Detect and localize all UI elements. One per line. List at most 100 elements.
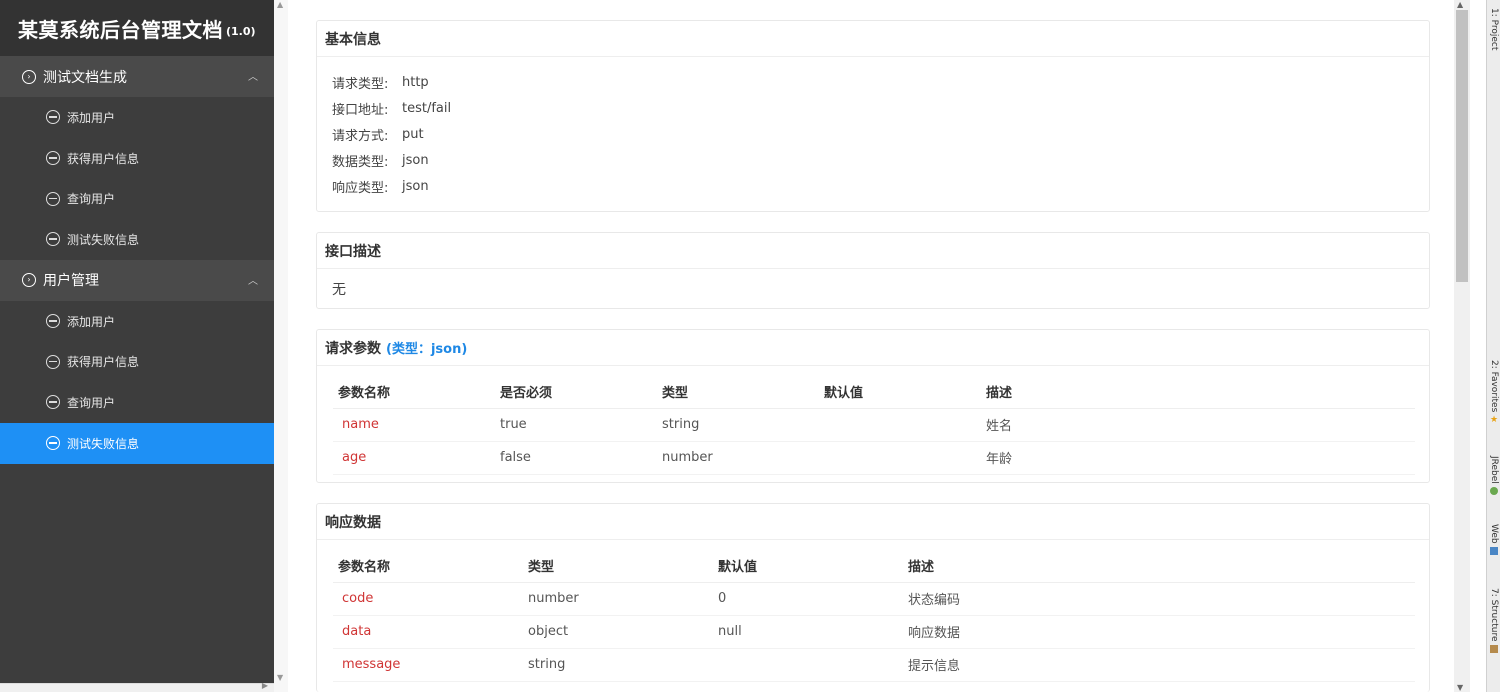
column-header: 类型	[523, 550, 713, 583]
sidebar-item-label: 获得用户信息	[67, 355, 140, 370]
chevron-up-icon[interactable]: ︿	[248, 68, 258, 83]
scroll-right-arrow-icon[interactable]: ▶	[262, 681, 268, 690]
kv-value: test/fail	[402, 100, 452, 116]
description-panel: 接口描述 无	[316, 232, 1430, 309]
table-cell	[713, 648, 903, 682]
sidebar-item-test-fail-active[interactable]: 测试失败信息	[0, 422, 274, 464]
table-cell: string	[523, 648, 713, 682]
table-cell: 姓名	[981, 408, 1415, 442]
ide-tool-strip: 1: Project 2: Favorites ★ JRebel Web 7: S…	[1486, 0, 1500, 692]
param-name: message	[333, 648, 523, 682]
column-header: 默认值	[713, 550, 903, 583]
sidebar: 某莫系统后台管理文档 (1.0) › 测试文档生成 ︿ 添加用户 获得用户信息 …	[0, 0, 274, 683]
ide-tab-label: 7: Structure	[1489, 588, 1499, 642]
ide-tab-jrebel[interactable]: JRebel	[1487, 456, 1500, 508]
sidebar-item-query-user[interactable]: 查询用户	[0, 382, 274, 423]
table-cell: 响应数据	[903, 615, 1415, 649]
sidebar-item-label: 添加用户	[67, 314, 116, 329]
table-row: data object null 响应数据	[333, 615, 1415, 649]
kv-value: json	[402, 178, 429, 194]
column-header: 参数名称	[333, 550, 523, 583]
ide-tab-label: 1: Project	[1489, 8, 1499, 51]
ide-tab-web[interactable]: Web	[1487, 524, 1500, 574]
table-cell: number	[657, 441, 819, 475]
sidebar-horizontal-scrollbar[interactable]: ▶	[0, 681, 274, 692]
sidebar-group-user-mgmt[interactable]: › 用户管理 ︿	[0, 259, 274, 301]
scroll-up-arrow-icon[interactable]: ▲	[1457, 0, 1463, 9]
scroll-down-arrow-icon[interactable]: ▼	[277, 673, 283, 682]
sidebar-header: 某莫系统后台管理文档 (1.0)	[0, 0, 274, 56]
table-row: age false number 年龄	[333, 441, 1415, 475]
sidebar-item-label: 查询用户	[67, 192, 116, 207]
basic-info-panel: 基本信息 请求类型: http 接口地址: test/fail 请求方式: put 数…	[316, 20, 1430, 212]
ide-tab-label: Web	[1489, 524, 1499, 544]
minus-circle-icon	[46, 191, 60, 206]
kv-key: 请求方式:	[332, 128, 389, 144]
sidebar-item-add-user[interactable]: 添加用户	[0, 97, 274, 138]
sidebar-item-query-user[interactable]: 查询用户	[0, 178, 274, 219]
star-icon: ★	[1490, 415, 1499, 426]
main-vertical-scrollbar[interactable]: ▲ ▼	[1454, 0, 1470, 692]
sidebar-item-get-user-info[interactable]: 获得用户信息	[0, 341, 274, 382]
kv-key: 接口地址:	[332, 102, 389, 118]
sidebar-item-get-user-info[interactable]: 获得用户信息	[0, 138, 274, 179]
scrollbar-thumb[interactable]	[1456, 10, 1468, 282]
minus-circle-icon	[46, 110, 60, 125]
column-header: 是否必须	[495, 376, 657, 409]
request-params-table: 参数名称 是否必须 类型 默认值 描述 name true string 姓名 …	[333, 376, 1415, 475]
description-text: 无	[332, 282, 346, 298]
sidebar-vertical-scrollbar[interactable]: ▲ ▼	[274, 0, 288, 692]
column-header: 类型	[657, 376, 819, 409]
kv-key: 请求类型:	[332, 76, 389, 92]
ide-tab-project[interactable]: 1: Project	[1487, 8, 1500, 80]
table-cell: number	[523, 582, 713, 616]
table-row: message string 提示信息	[333, 648, 1415, 682]
ide-tab-favorites[interactable]: 2: Favorites ★	[1487, 360, 1500, 440]
sidebar-item-label: 获得用户信息	[67, 151, 140, 166]
table-cell: true	[495, 408, 657, 442]
sidebar-item-label: 测试失败信息	[67, 232, 140, 247]
sidebar-item-label: 添加用户	[67, 110, 116, 125]
table-cell: 年龄	[981, 441, 1415, 475]
ide-tab-label: JRebel	[1489, 456, 1499, 484]
sidebar-group-doc-gen[interactable]: › 测试文档生成 ︿	[0, 56, 274, 97]
web-icon	[1490, 546, 1498, 555]
response-data-panel: 响应数据 参数名称 类型 默认值 描述 code number 0 状态编码 d…	[316, 503, 1430, 692]
response-data-table: 参数名称 类型 默认值 描述 code number 0 状态编码 data o…	[333, 550, 1415, 682]
scroll-up-arrow-icon[interactable]: ▲	[277, 0, 283, 9]
table-cell: string	[657, 408, 819, 442]
sidebar-item-label: 查询用户	[67, 395, 116, 410]
table-cell	[819, 441, 981, 475]
panel-title-text: 请求参数	[325, 340, 381, 357]
main-content: 基本信息 请求类型: http 接口地址: test/fail 请求方式: put 数…	[288, 0, 1454, 692]
ide-tab-structure[interactable]: 7: Structure	[1487, 588, 1500, 668]
table-row: name true string 姓名	[333, 408, 1415, 442]
sidebar-group-label: 测试文档生成	[43, 69, 127, 86]
chevron-up-icon[interactable]: ︿	[248, 272, 258, 287]
chevron-right-circle-icon: ›	[22, 273, 36, 288]
kv-row: 数据类型: json	[317, 147, 1429, 173]
table-cell: object	[523, 615, 713, 649]
param-name: name	[333, 408, 495, 442]
scroll-down-arrow-icon[interactable]: ▼	[1457, 683, 1463, 692]
minus-circle-icon	[46, 354, 60, 369]
kv-row: 请求方式: put	[317, 121, 1429, 147]
table-cell: 状态编码	[903, 582, 1415, 616]
column-header: 描述	[981, 376, 1415, 409]
sidebar-item-test-fail[interactable]: 测试失败信息	[0, 219, 274, 260]
kv-value: http	[402, 74, 429, 90]
kv-row: 请求类型: http	[317, 69, 1429, 95]
sidebar-item-add-user[interactable]: 添加用户	[0, 301, 274, 342]
column-header: 描述	[903, 550, 1415, 583]
param-name: code	[333, 582, 523, 616]
kv-key: 数据类型:	[332, 154, 389, 170]
column-header: 参数名称	[333, 376, 495, 409]
minus-circle-icon	[46, 151, 60, 166]
chevron-right-circle-icon: ›	[22, 69, 36, 84]
minus-circle-icon	[46, 436, 60, 451]
app-title: 某莫系统后台管理文档	[18, 17, 223, 42]
sidebar-item-label: 测试失败信息	[67, 436, 140, 451]
request-params-panel: 请求参数 (类型：json) 参数名称 是否必须 类型 默认值 描述 name …	[316, 329, 1430, 483]
kv-key: 响应类型:	[332, 180, 389, 196]
kv-value: json	[402, 152, 429, 168]
